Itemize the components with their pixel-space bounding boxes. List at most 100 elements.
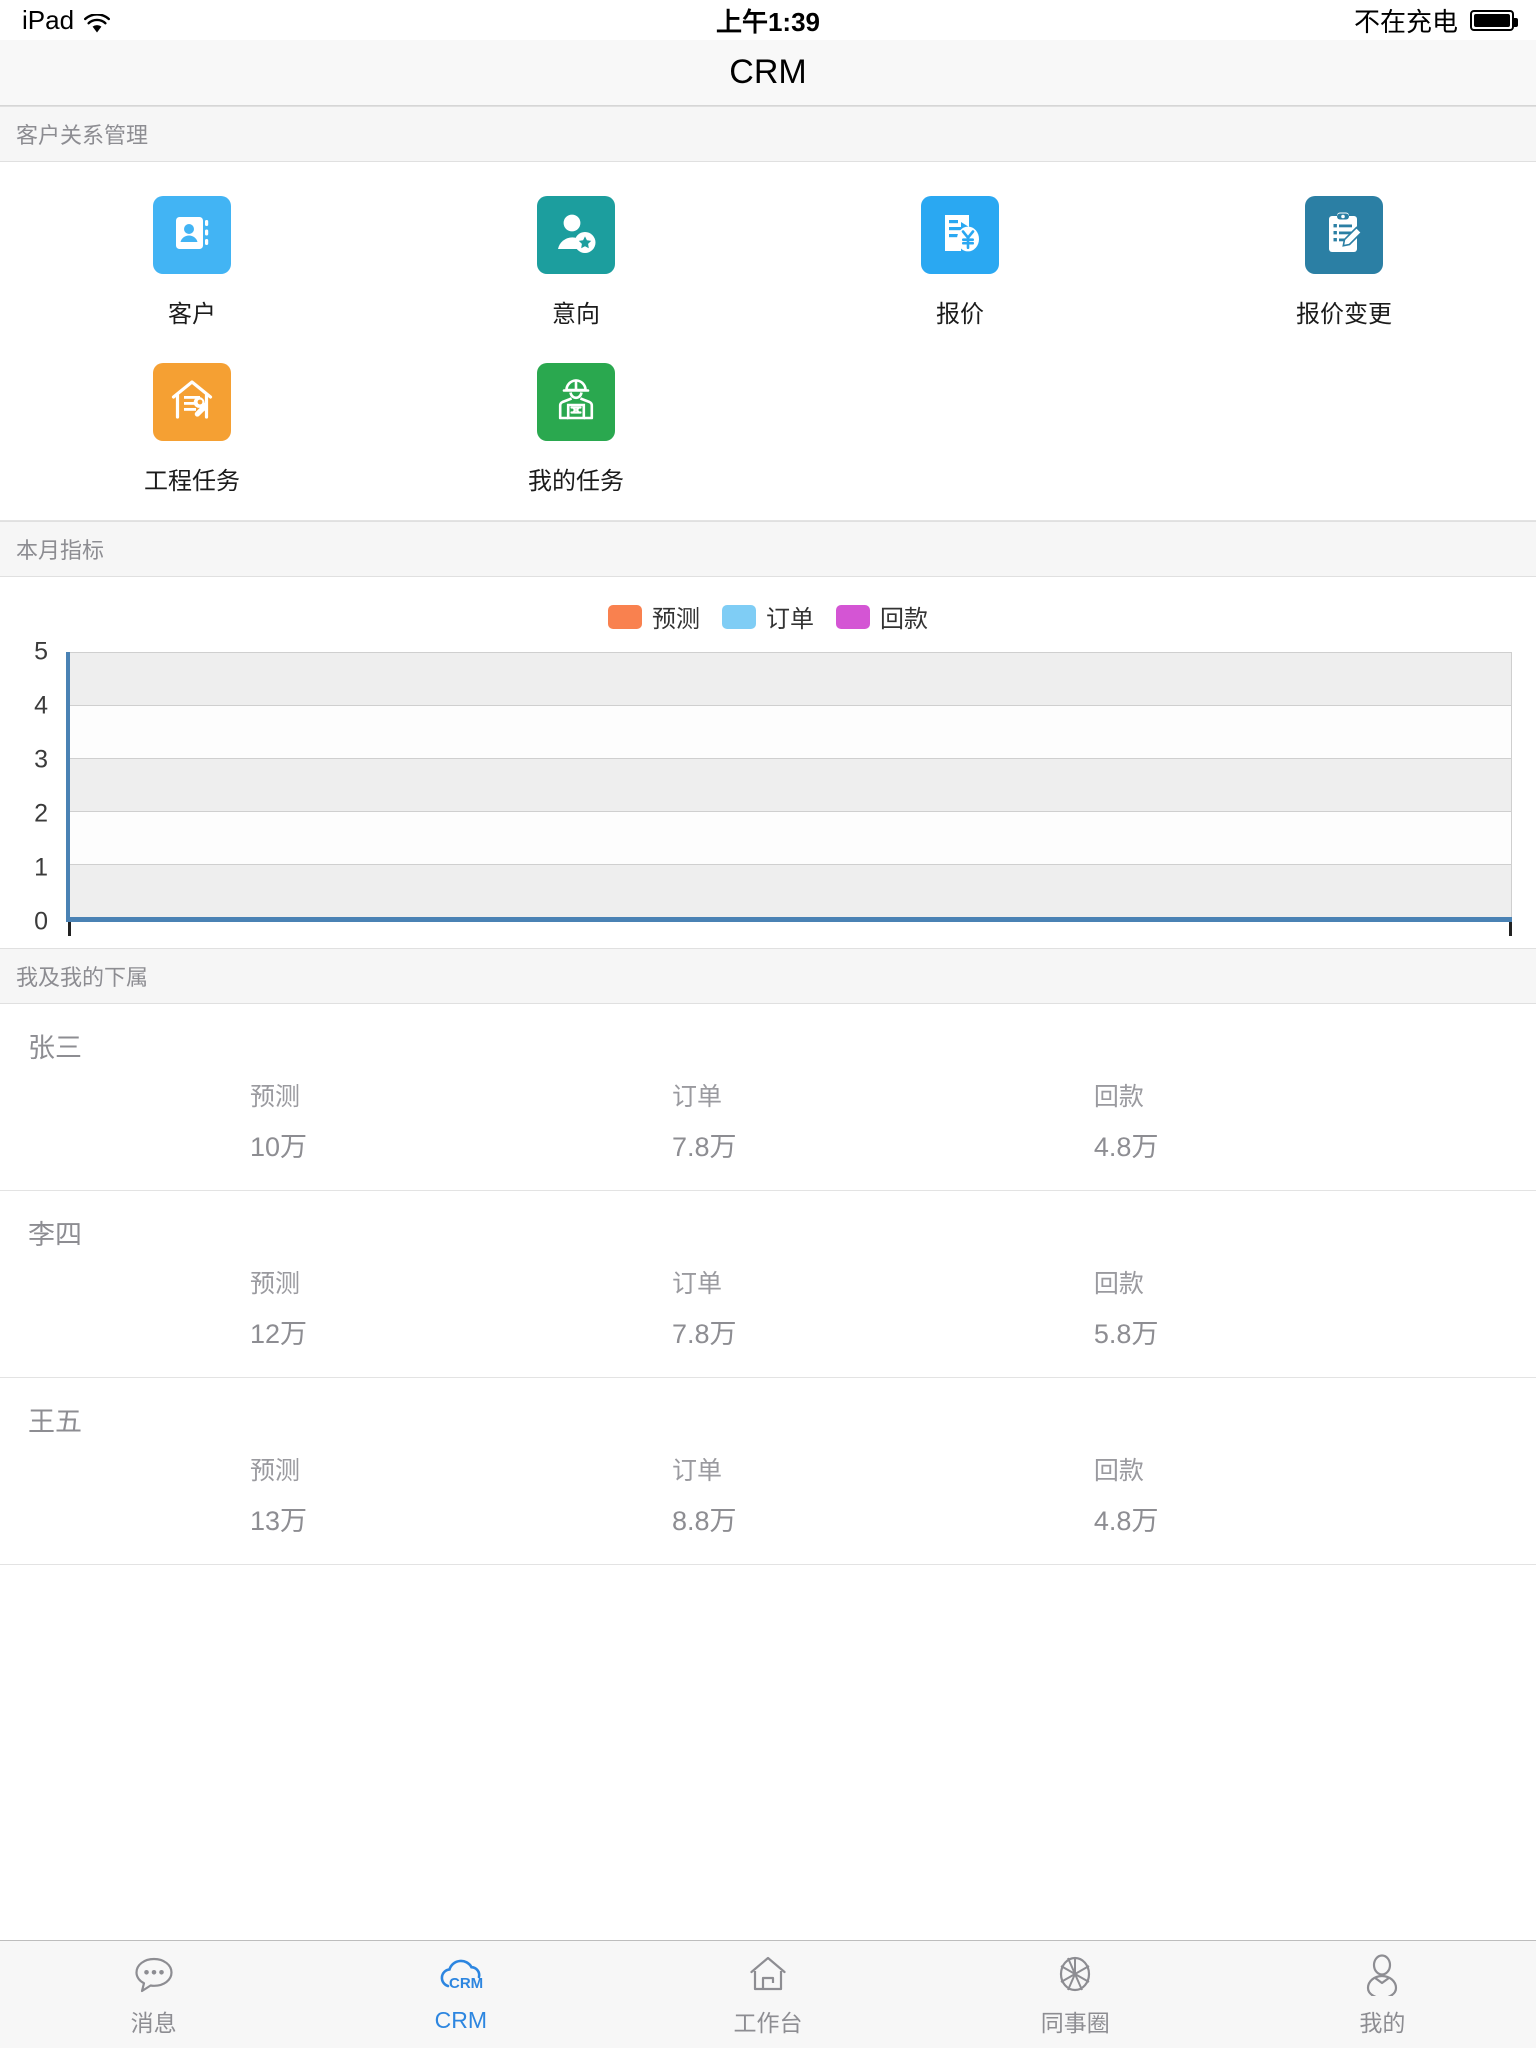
metric-label: 回款 (1093, 1457, 1144, 1485)
app-item-engineering-task[interactable]: 工程任务 (0, 347, 384, 514)
legend-swatch-forecast (608, 604, 642, 629)
section-header-people: 我及我的下属 (0, 948, 1536, 1004)
crm-cloud-icon: CRM (435, 1955, 487, 1999)
tab-label: CRM (434, 2007, 487, 2033)
app-screen: iPad 上午1:39 不在充电 CRM 客户关系管理 客户 意向 报价 报价变… (0, 0, 1536, 2048)
app-tile (153, 363, 231, 441)
app-label: 报价变更 (1296, 301, 1392, 328)
svg-text:CRM: CRM (449, 1975, 483, 1992)
y-tick-0: 0 (34, 907, 48, 936)
metric-label: 订单 (671, 1270, 722, 1298)
tab-label: 工作台 (733, 2009, 803, 2036)
battery-full-icon (1470, 9, 1518, 31)
section-header-crm: 客户关系管理 (0, 106, 1536, 162)
house-wrench-icon (168, 376, 216, 429)
metric-forecast: 预测 12万 (250, 1264, 672, 1351)
metric-forecast: 预测 10万 (250, 1077, 672, 1164)
app-label: 工程任务 (144, 468, 240, 495)
app-item-quote-change[interactable]: 报价变更 (1152, 180, 1536, 347)
content-filler (0, 1565, 1536, 1940)
navigation-bar: CRM (0, 40, 1536, 106)
monthly-metrics-chart: 预测 订单 回款 5 4 3 2 1 0 (0, 577, 1536, 948)
legend-item-payment: 回款 (836, 599, 928, 634)
aperture-icon (1053, 1952, 1097, 1996)
y-tick-3: 3 (34, 745, 48, 774)
y-tick-2: 2 (34, 799, 48, 828)
app-item-my-task[interactable]: 我的任务 (384, 347, 768, 514)
app-tile (537, 196, 615, 274)
apps-row-1: 客户 意向 报价 报价变更 (0, 180, 1536, 347)
app-item-customer[interactable]: 客户 (0, 180, 384, 347)
people-list: 张三 预测 10万 订单 7.8万 回款 4.8万 李四 预测 12万 订单 7… (0, 1004, 1536, 1565)
status-bar-time: 上午1:39 (715, 6, 821, 37)
metric-label: 订单 (671, 1457, 722, 1485)
list-item[interactable]: 王五 预测 13万 订单 8.8万 回款 4.8万 (0, 1378, 1536, 1565)
tab-bar: 消息 CRM CRM 工作台 同事圈 我的 (0, 1940, 1536, 2048)
chart-plot-area (66, 652, 1512, 936)
apps-grid: 客户 意向 报价 报价变更 工程任务 我的任务 (0, 162, 1536, 521)
metric-payment: 回款 4.8万 (1094, 1077, 1516, 1164)
tab-profile[interactable]: 我的 (1229, 1952, 1536, 2038)
user-star-icon (552, 209, 600, 262)
legend-item-forecast: 预测 (608, 599, 700, 634)
person-name: 王五 (28, 1407, 82, 1437)
legend-swatch-order (722, 604, 756, 629)
chart-plot-container: 5 4 3 2 1 0 (0, 638, 1512, 936)
app-label: 客户 (168, 301, 216, 328)
app-tile (153, 196, 231, 274)
battery-state-label: 不在充电 (1353, 6, 1458, 37)
chart-y-axis: 5 4 3 2 1 0 (0, 638, 58, 936)
legend-item-order: 订单 (722, 599, 814, 634)
app-item-intention[interactable]: 意向 (384, 180, 768, 347)
metric-label: 预测 (250, 1083, 301, 1111)
metric-value: 8.8万 (671, 1506, 737, 1536)
metric-value: 10万 (250, 1132, 308, 1162)
home-icon (746, 1952, 790, 1996)
person-icon (1360, 1952, 1404, 1996)
tab-workbench[interactable]: 工作台 (614, 1952, 921, 2038)
tab-label: 消息 (130, 2009, 177, 2036)
legend-swatch-payment (836, 604, 870, 629)
metric-label: 订单 (671, 1083, 722, 1111)
metric-label: 预测 (250, 1270, 301, 1298)
metric-order: 订单 7.8万 (672, 1264, 1094, 1351)
metric-value: 4.8万 (1093, 1506, 1159, 1536)
legend-label-forecast: 预测 (652, 606, 700, 633)
tab-crm[interactable]: CRM CRM (307, 1955, 614, 2034)
metric-payment: 回款 5.8万 (1094, 1264, 1516, 1351)
app-item-quote[interactable]: 报价 (768, 180, 1152, 347)
invoice-yen-icon (936, 209, 984, 262)
status-bar: iPad 上午1:39 不在充电 (0, 0, 1536, 40)
legend-label-payment: 回款 (880, 606, 928, 633)
metric-order: 订单 7.8万 (672, 1077, 1094, 1164)
y-tick-1: 1 (34, 853, 48, 882)
x-axis-tick-end (1509, 922, 1512, 936)
list-item[interactable]: 张三 预测 10万 订单 7.8万 回款 4.8万 (0, 1004, 1536, 1191)
app-label: 意向 (552, 301, 600, 328)
chart-legend: 预测 订单 回款 (0, 585, 1536, 652)
person-name: 李四 (28, 1220, 82, 1250)
worker-icon (553, 377, 599, 428)
metric-value: 12万 (250, 1319, 308, 1349)
tab-colleagues[interactable]: 同事圈 (922, 1952, 1229, 2038)
metric-value: 7.8万 (671, 1132, 737, 1162)
chat-bubble-icon (132, 1952, 176, 1996)
y-tick-4: 4 (34, 691, 48, 720)
person-name: 张三 (28, 1033, 82, 1063)
tab-label: 我的 (1359, 2009, 1406, 2036)
list-item[interactable]: 李四 预测 12万 订单 7.8万 回款 5.8万 (0, 1191, 1536, 1378)
app-label: 我的任务 (528, 468, 624, 495)
chart-band (70, 811, 1512, 864)
metric-value: 5.8万 (1093, 1319, 1159, 1349)
person-metrics: 预测 10万 订单 7.8万 回款 4.8万 (0, 1077, 1536, 1164)
chart-band (70, 864, 1512, 917)
tab-messages[interactable]: 消息 (0, 1952, 307, 2038)
metric-label: 回款 (1093, 1270, 1144, 1298)
metric-value: 7.8万 (671, 1319, 737, 1349)
metric-payment: 回款 4.8万 (1094, 1451, 1516, 1538)
y-tick-5: 5 (34, 637, 48, 666)
app-tile (921, 196, 999, 274)
chart-band (70, 758, 1512, 811)
person-metrics: 预测 12万 订单 7.8万 回款 5.8万 (0, 1264, 1536, 1351)
person-metrics: 预测 13万 订单 8.8万 回款 4.8万 (0, 1451, 1536, 1538)
